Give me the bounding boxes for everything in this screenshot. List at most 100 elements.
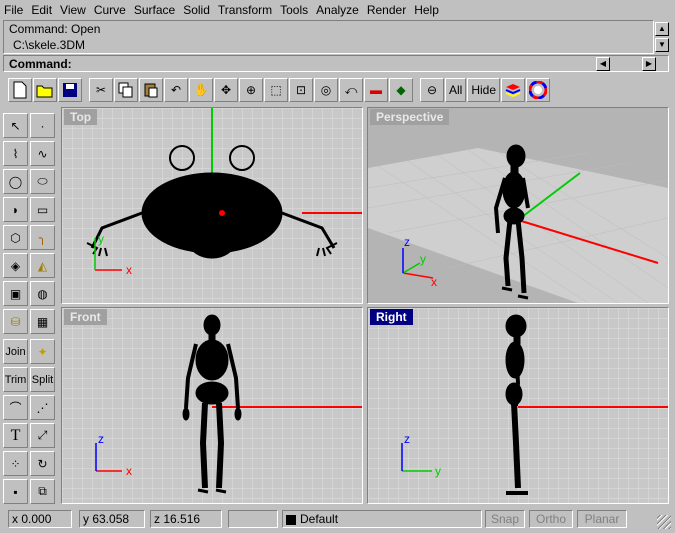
- front-view-canvas[interactable]: x z: [62, 308, 362, 503]
- split-button[interactable]: Split: [30, 367, 55, 392]
- control-points-button[interactable]: ⋰: [30, 395, 55, 420]
- undo-view-button[interactable]: ⤺: [339, 78, 363, 102]
- mesh-button[interactable]: ▦: [30, 309, 55, 334]
- zoom-selected-button[interactable]: ◎: [314, 78, 338, 102]
- zoom-extents-button[interactable]: ⊡: [289, 78, 313, 102]
- color-button[interactable]: [526, 78, 551, 102]
- scale-button[interactable]: ⤢: [30, 423, 55, 448]
- scroll-up-icon[interactable]: ▲: [655, 22, 669, 36]
- new-file-button[interactable]: [8, 78, 32, 102]
- pan-button[interactable]: ✋: [189, 78, 213, 102]
- menu-curve[interactable]: Curve: [90, 1, 130, 19]
- trim-button[interactable]: Trim: [3, 367, 28, 392]
- planar-toggle[interactable]: Planar: [577, 510, 627, 528]
- open-file-button[interactable]: [33, 78, 57, 102]
- car-icon: ▬: [370, 83, 382, 97]
- menu-render[interactable]: Render: [363, 1, 410, 19]
- menu-tools[interactable]: Tools: [276, 1, 312, 19]
- viewport-title-top[interactable]: Top: [64, 109, 98, 125]
- copy-icon: [118, 82, 133, 98]
- sphere-icon: ◍: [37, 286, 48, 301]
- ortho-toggle[interactable]: Ortho: [529, 510, 573, 528]
- status-layer[interactable]: Default: [282, 510, 482, 528]
- rectangle-button[interactable]: ▭: [30, 197, 55, 222]
- render-button[interactable]: ◆: [389, 78, 413, 102]
- zoom-window-button[interactable]: ⬚: [264, 78, 288, 102]
- undo-button[interactable]: ↶: [164, 78, 188, 102]
- join-button[interactable]: Join: [3, 339, 28, 364]
- zoom-button[interactable]: ⊕: [239, 78, 263, 102]
- cylinder-icon: ⛁: [10, 314, 21, 329]
- viewport-title-right[interactable]: Right: [370, 309, 413, 325]
- shade-button[interactable]: ▬: [364, 78, 388, 102]
- save-file-button[interactable]: [58, 78, 82, 102]
- point-button[interactable]: ⊖: [420, 78, 444, 102]
- resize-grip-icon[interactable]: [657, 515, 671, 529]
- cylinder-button[interactable]: ⛁: [3, 309, 28, 334]
- sphere-button[interactable]: ◍: [30, 281, 55, 306]
- menu-solid[interactable]: Solid: [179, 1, 214, 19]
- command-prompt-label: Command:: [9, 57, 72, 71]
- viewport-front[interactable]: x z Front: [61, 307, 363, 504]
- paste-icon: [144, 83, 158, 98]
- top-view-canvas[interactable]: x y: [62, 108, 362, 303]
- command-line[interactable]: Command: ◀ ▶: [3, 55, 669, 72]
- new-file-icon: [13, 81, 27, 99]
- select-button[interactable]: ↖: [3, 113, 28, 138]
- fillet-button[interactable]: ╮: [30, 225, 55, 250]
- polygon-button[interactable]: ⬡: [3, 225, 28, 250]
- ellipse-icon: ⬭: [37, 174, 48, 188]
- perspective-view-canvas[interactable]: x y z: [368, 108, 668, 303]
- mirror-button[interactable]: ⧉: [30, 479, 55, 504]
- menu-surface[interactable]: Surface: [130, 1, 179, 19]
- point-tool-button[interactable]: ·: [30, 113, 55, 138]
- zoom-extents-icon: ⊡: [295, 83, 307, 97]
- curve-button[interactable]: ∿: [30, 141, 55, 166]
- loft-button[interactable]: ◭: [30, 253, 55, 278]
- arc-button[interactable]: ◗: [3, 197, 28, 222]
- array-button[interactable]: ⁘: [3, 451, 28, 476]
- snap-toggle[interactable]: Snap: [485, 510, 525, 528]
- surface-button[interactable]: ◈: [3, 253, 28, 278]
- rotate-button[interactable]: ↻: [30, 451, 55, 476]
- layers-button[interactable]: [501, 78, 526, 102]
- command-line-scrollbar[interactable]: ◀ ▶: [596, 57, 658, 71]
- paste-button[interactable]: [139, 78, 163, 102]
- ellipse-button[interactable]: ⬭: [30, 169, 55, 194]
- menu-analyze[interactable]: Analyze: [312, 1, 363, 19]
- viewport-title-perspective[interactable]: Perspective: [370, 109, 450, 125]
- scroll-right-icon[interactable]: ▶: [642, 57, 656, 71]
- select-all-button[interactable]: All: [445, 78, 467, 102]
- scroll-down-icon[interactable]: ▼: [655, 38, 669, 52]
- right-view-canvas[interactable]: y z: [368, 308, 668, 503]
- viewport-top[interactable]: x y Top: [61, 107, 363, 304]
- hand-icon: ✋: [193, 83, 209, 97]
- scale-icon: ⤢: [37, 428, 48, 442]
- layer-name: Default: [300, 512, 339, 526]
- menu-help[interactable]: Help: [410, 1, 443, 19]
- scissors-icon: ✂: [95, 83, 107, 97]
- color-wheel-icon: [529, 81, 548, 99]
- hide-button[interactable]: Hide: [467, 78, 501, 102]
- polyline-button[interactable]: ⌇: [3, 141, 28, 166]
- edit-points-button[interactable]: ⌒: [3, 395, 28, 420]
- rotate-view-button[interactable]: ✥: [214, 78, 238, 102]
- circle-button[interactable]: ◯: [3, 169, 28, 194]
- explode-button[interactable]: ✦: [30, 339, 55, 364]
- edit-points-icon: ⌒: [9, 401, 22, 415]
- menu-view[interactable]: View: [56, 1, 90, 19]
- menu-file[interactable]: File: [0, 1, 27, 19]
- viewport-right[interactable]: y z Right: [367, 307, 669, 504]
- cut-button[interactable]: ✂: [89, 78, 113, 102]
- z-axis-label: z: [98, 432, 104, 446]
- dimension-button[interactable]: ▪: [3, 479, 28, 504]
- command-history-scrollbar[interactable]: ▲ ▼: [654, 21, 670, 54]
- text-tool-button[interactable]: T: [3, 423, 28, 448]
- viewport-title-front[interactable]: Front: [64, 309, 107, 325]
- copy-button[interactable]: [114, 78, 138, 102]
- scroll-left-icon[interactable]: ◀: [596, 57, 610, 71]
- menu-transform[interactable]: Transform: [214, 1, 276, 19]
- box-button[interactable]: ▣: [3, 281, 28, 306]
- viewport-perspective[interactable]: x y z Perspective: [367, 107, 669, 304]
- menu-edit[interactable]: Edit: [27, 1, 56, 19]
